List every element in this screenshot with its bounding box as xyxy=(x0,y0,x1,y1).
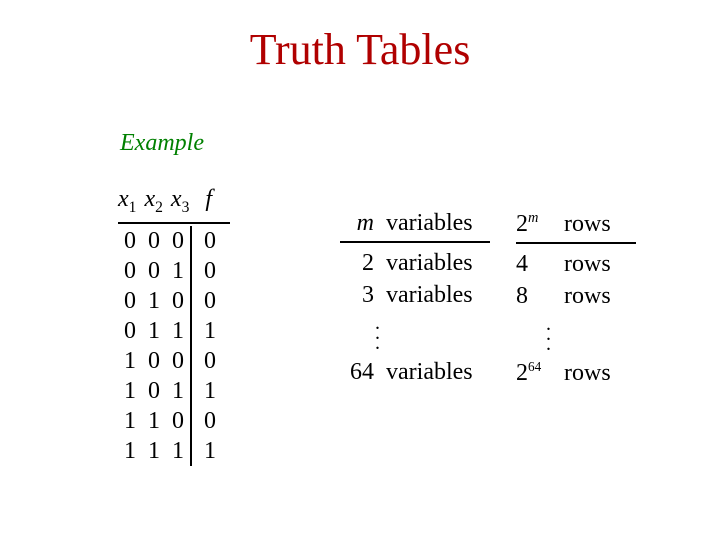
table-row: 1111 xyxy=(118,436,222,466)
header-x2-sub: 2 xyxy=(155,199,163,216)
header-x3-var: x xyxy=(171,186,182,212)
cell: 0 xyxy=(118,226,142,256)
m-symbol: m xyxy=(340,210,380,237)
header-f: f xyxy=(205,186,212,212)
rows-word: rows xyxy=(564,357,611,389)
rows-rule xyxy=(516,242,636,244)
slide: Truth Tables Example x1x2x3f 0000 0010 0… xyxy=(0,0,720,540)
exp-64: 64 xyxy=(528,359,541,374)
row-count: 8 xyxy=(516,280,558,312)
truth-table-header: x1x2x3f xyxy=(118,185,230,220)
cell: 0 xyxy=(118,286,142,316)
cell: 1 xyxy=(118,406,142,436)
variables-to-rows: m variables 2 variables 3 variables ... … xyxy=(340,210,656,389)
var-count: 2 xyxy=(340,247,380,279)
two-to-m: 2m xyxy=(516,210,558,238)
table-row: 0100 xyxy=(118,286,222,316)
example-label: Example xyxy=(120,130,204,157)
cell: 0 xyxy=(191,406,222,436)
cell: 0 xyxy=(191,286,222,316)
cell: 1 xyxy=(166,256,191,286)
base-two: 2 xyxy=(516,360,528,386)
base-two: 2 xyxy=(516,211,528,237)
cell: 0 xyxy=(118,316,142,346)
cell: 0 xyxy=(166,286,191,316)
variables-column: m variables 2 variables 3 variables ... … xyxy=(340,210,510,388)
cell: 1 xyxy=(166,316,191,346)
cell: 1 xyxy=(166,376,191,406)
cell: 1 xyxy=(166,436,191,466)
rows-header: 2m rows xyxy=(516,210,656,238)
cell: 0 xyxy=(166,226,191,256)
cell: 1 xyxy=(142,286,166,316)
cell: 0 xyxy=(142,256,166,286)
truth-table: x1x2x3f 0000 0010 0100 0111 1000 1011 11… xyxy=(118,185,230,466)
page-title: Truth Tables xyxy=(0,24,720,75)
rows-word: rows xyxy=(564,280,611,312)
cell: 0 xyxy=(142,226,166,256)
variables-word: variables xyxy=(386,279,473,311)
table-row: 1000 xyxy=(118,346,222,376)
cell: 0 xyxy=(142,346,166,376)
vertical-ellipsis-icon: ... xyxy=(546,313,656,357)
cell: 1 xyxy=(191,376,222,406)
rows-row: 4 rows xyxy=(516,248,656,280)
header-x2-var: x xyxy=(144,186,155,212)
variables-header: m variables xyxy=(340,210,510,237)
header-x3-sub: 3 xyxy=(182,199,190,216)
row-count: 264 xyxy=(516,357,558,389)
cell: 1 xyxy=(142,406,166,436)
variables-word: variables xyxy=(386,247,473,279)
rows-word: rows xyxy=(564,211,611,238)
cell: 0 xyxy=(166,406,191,436)
cell: 1 xyxy=(118,436,142,466)
truth-table-body: 0000 0010 0100 0111 1000 1011 1100 1111 xyxy=(118,226,222,466)
cell: 0 xyxy=(191,256,222,286)
cell: 1 xyxy=(118,346,142,376)
table-row: 0000 xyxy=(118,226,222,256)
variables-word: variables xyxy=(386,356,473,388)
cell: 1 xyxy=(118,376,142,406)
variables-rule xyxy=(340,241,490,243)
header-x1-sub: 1 xyxy=(129,199,137,216)
cell: 1 xyxy=(142,436,166,466)
variables-row: 64 variables xyxy=(340,356,510,388)
exp-m: m xyxy=(528,210,538,226)
table-row: 1100 xyxy=(118,406,222,436)
cell: 0 xyxy=(118,256,142,286)
cell: 0 xyxy=(191,226,222,256)
truth-table-rule xyxy=(118,222,230,224)
header-x1-var: x xyxy=(118,186,129,212)
table-row: 0111 xyxy=(118,316,222,346)
cell: 1 xyxy=(142,316,166,346)
table-row: 1011 xyxy=(118,376,222,406)
cell: 1 xyxy=(191,316,222,346)
var-count: 64 xyxy=(340,356,380,388)
table-row: 0010 xyxy=(118,256,222,286)
cell: 1 xyxy=(191,436,222,466)
cell: 0 xyxy=(191,346,222,376)
rows-row: 264 rows xyxy=(516,357,656,389)
row-count: 4 xyxy=(516,248,558,280)
cell: 0 xyxy=(166,346,191,376)
variables-row: 3 variables xyxy=(340,279,510,311)
var-count: 3 xyxy=(340,279,380,311)
rows-word: rows xyxy=(564,248,611,280)
vertical-ellipsis-icon: ... xyxy=(375,312,510,356)
rows-column: 2m rows 4 rows 8 rows ... 264 rows xyxy=(516,210,656,389)
variables-row: 2 variables xyxy=(340,247,510,279)
rows-row: 8 rows xyxy=(516,280,656,312)
cell: 0 xyxy=(142,376,166,406)
variables-word: variables xyxy=(386,210,473,237)
